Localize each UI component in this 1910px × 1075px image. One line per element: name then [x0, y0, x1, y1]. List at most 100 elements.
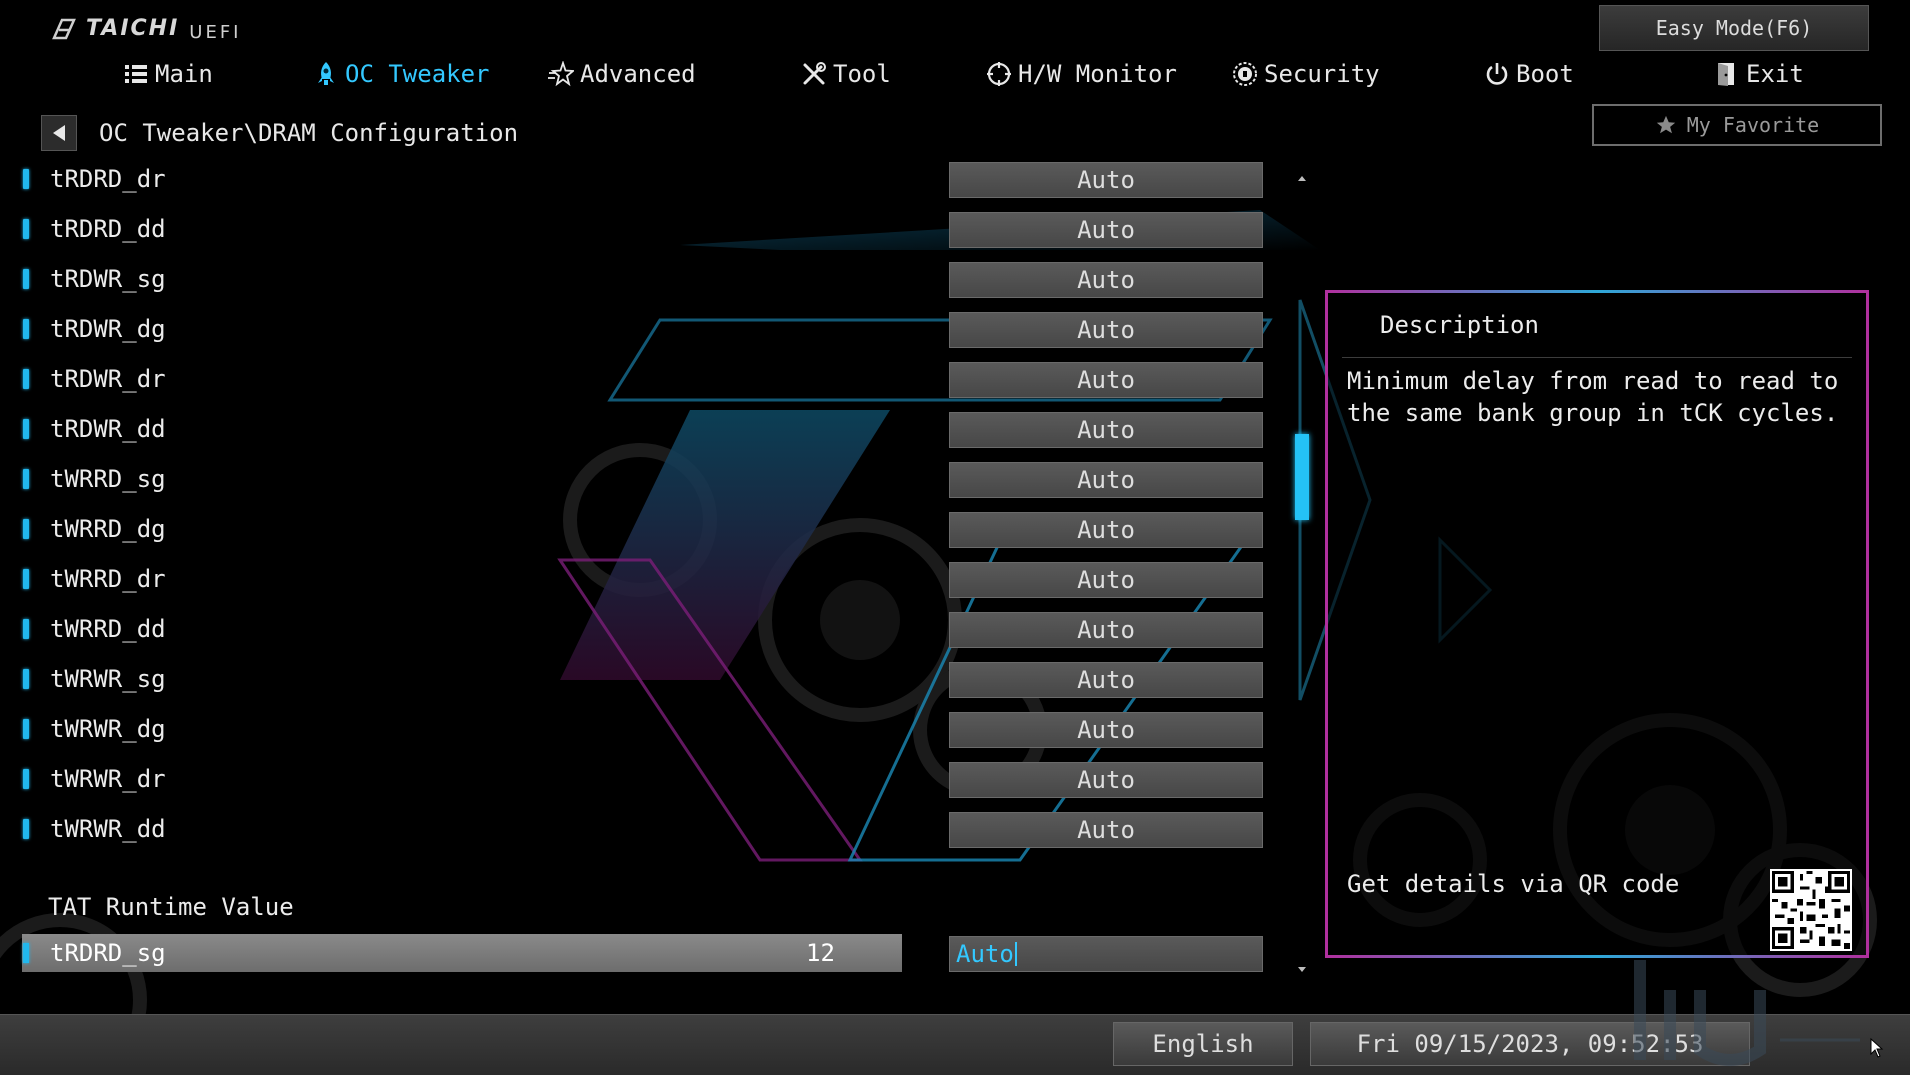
row-marker	[23, 819, 29, 839]
tab-tool[interactable]: Tool	[801, 60, 891, 88]
setting-row-trdrd-dr[interactable]: tRDRD_dr Auto	[0, 160, 1310, 198]
watermark-logo	[1634, 960, 1860, 1066]
setting-value-button[interactable]: Auto	[949, 762, 1263, 798]
power-icon	[1486, 63, 1508, 85]
setting-row-twrrd-dd[interactable]: tWRRD_dd Auto	[0, 610, 1310, 648]
row-marker	[23, 769, 29, 789]
my-favorite-button[interactable]: My Favorite	[1592, 104, 1882, 146]
setting-label: tWRWR_sg	[50, 665, 166, 693]
setting-row-twrwr-sg[interactable]: tWRWR_sg Auto	[0, 660, 1310, 698]
language-button[interactable]: English	[1113, 1022, 1293, 1066]
setting-row-twrwr-dd[interactable]: tWRWR_dd Auto	[0, 810, 1310, 848]
row-marker	[23, 419, 29, 439]
setting-value-button[interactable]: Auto	[949, 712, 1263, 748]
setting-row-trdwr-dr[interactable]: tRDWR_dr Auto	[0, 360, 1310, 398]
setting-value-button[interactable]: Auto	[949, 362, 1263, 398]
setting-label: tRDWR_dg	[50, 315, 166, 343]
setting-label: tWRRD_dr	[50, 565, 166, 593]
row-marker	[23, 169, 29, 189]
tab-security-label: Security	[1264, 60, 1380, 88]
setting-label: tWRWR_dd	[50, 815, 166, 843]
qr-code-icon	[1770, 869, 1852, 951]
runtime-value: 12	[806, 939, 835, 967]
tab-oc-tweaker-label: OC Tweaker	[345, 60, 490, 88]
setting-label: tWRRD_dg	[50, 515, 166, 543]
row-marker	[23, 719, 29, 739]
tab-security[interactable]: Security	[1232, 60, 1380, 88]
setting-row-trdrd-dd[interactable]: tRDRD_dd Auto	[0, 210, 1310, 248]
tab-hw-monitor[interactable]: H/W Monitor	[986, 60, 1177, 88]
tab-exit[interactable]: Exit	[1714, 60, 1804, 88]
setting-row-twrrd-dr[interactable]: tWRRD_dr Auto	[0, 560, 1310, 598]
my-favorite-label: My Favorite	[1686, 113, 1820, 137]
tab-advanced-label: Advanced	[580, 60, 696, 88]
setting-label: tWRRD_sg	[50, 465, 166, 493]
description-text: Minimum delay from read to read to the s…	[1347, 367, 1839, 427]
setting-value-button[interactable]: Auto	[949, 412, 1263, 448]
row-marker	[23, 569, 29, 589]
row-marker	[23, 669, 29, 689]
tab-main[interactable]: Main	[123, 60, 213, 88]
description-divider	[1342, 357, 1852, 358]
brand-sub: UEFI	[189, 22, 242, 43]
rocket-icon	[318, 62, 334, 85]
setting-value-button[interactable]: Auto	[949, 562, 1263, 598]
setting-value-button[interactable]: Auto	[949, 162, 1263, 198]
tab-hw-monitor-label: H/W Monitor	[1018, 60, 1177, 88]
tools-icon	[803, 62, 826, 85]
setting-row-twrrd-sg[interactable]: tWRRD_sg Auto	[0, 460, 1310, 498]
setting-value-button[interactable]: Auto	[949, 812, 1263, 848]
back-button[interactable]	[41, 115, 77, 151]
tab-advanced[interactable]: Advanced	[548, 60, 696, 88]
setting-value-button[interactable]: Auto	[949, 462, 1263, 498]
tab-oc-tweaker[interactable]: OC Tweaker	[313, 60, 490, 88]
mouse-pointer-icon	[1870, 1038, 1884, 1058]
scroll-down-arrow-icon[interactable]	[1295, 963, 1309, 977]
row-marker	[23, 219, 29, 239]
row-marker	[23, 619, 29, 639]
row-marker	[23, 469, 29, 489]
setting-row-trdwr-dg[interactable]: tRDWR_dg Auto	[0, 310, 1310, 348]
setting-value-button[interactable]: Auto	[949, 662, 1263, 698]
breadcrumb-path: OC Tweaker\DRAM Configuration	[99, 119, 519, 147]
row-marker	[23, 269, 29, 289]
tab-exit-label: Exit	[1746, 60, 1804, 88]
setting-label: tRDWR_dr	[50, 365, 166, 393]
selected-setting-input[interactable]: Auto	[949, 936, 1263, 972]
setting-value-button[interactable]: Auto	[949, 212, 1263, 248]
setting-row-trdwr-dd[interactable]: tRDWR_dd Auto	[0, 410, 1310, 448]
section-heading: TAT Runtime Value	[48, 893, 294, 921]
row-marker	[23, 943, 29, 963]
taichi-logo: TAICHI UEFI	[50, 14, 241, 43]
selected-setting-label: tRDRD_sg	[50, 939, 166, 967]
selected-setting-row[interactable]: tRDRD_sg 12	[22, 934, 902, 972]
setting-row-twrwr-dr[interactable]: tWRWR_dr Auto	[0, 760, 1310, 798]
scrollbar-thumb[interactable]	[1295, 434, 1309, 520]
qr-caption: Get details via QR code	[1347, 870, 1680, 898]
brand-name: TAICHI	[86, 16, 180, 41]
row-marker	[23, 319, 29, 339]
taichi-logo-icon	[52, 18, 76, 39]
tab-tool-label: Tool	[833, 60, 891, 88]
monitor-icon	[987, 62, 1011, 86]
setting-row-twrwr-dg[interactable]: tWRWR_dg Auto	[0, 710, 1310, 748]
setting-value-button[interactable]: Auto	[949, 612, 1263, 648]
tab-boot[interactable]: Boot	[1484, 60, 1574, 88]
back-arrow-icon	[53, 125, 65, 141]
main-tabs: Main OC Tweaker Advanced Tool H/W Monito…	[0, 56, 1910, 96]
selected-setting-value: Auto	[956, 940, 1014, 968]
breadcrumb: OC Tweaker\DRAM Configuration	[41, 115, 518, 151]
setting-label: tWRWR_dr	[50, 765, 166, 793]
scroll-up-arrow-icon[interactable]	[1295, 171, 1309, 185]
text-cursor	[1014, 942, 1017, 966]
description-panel: Description Minimum delay from read to r…	[1325, 290, 1869, 958]
setting-row-twrrd-dg[interactable]: tWRRD_dg Auto	[0, 510, 1310, 548]
setting-label: tRDRD_dd	[50, 215, 166, 243]
setting-label: tWRRD_dd	[50, 615, 166, 643]
setting-value-button[interactable]: Auto	[949, 312, 1263, 348]
easy-mode-button[interactable]: Easy Mode(F6)	[1599, 5, 1869, 51]
tab-boot-label: Boot	[1516, 60, 1574, 88]
setting-value-button[interactable]: Auto	[949, 512, 1263, 548]
setting-value-button[interactable]: Auto	[949, 262, 1263, 298]
setting-row-trdwr-sg[interactable]: tRDWR_sg Auto	[0, 260, 1310, 298]
